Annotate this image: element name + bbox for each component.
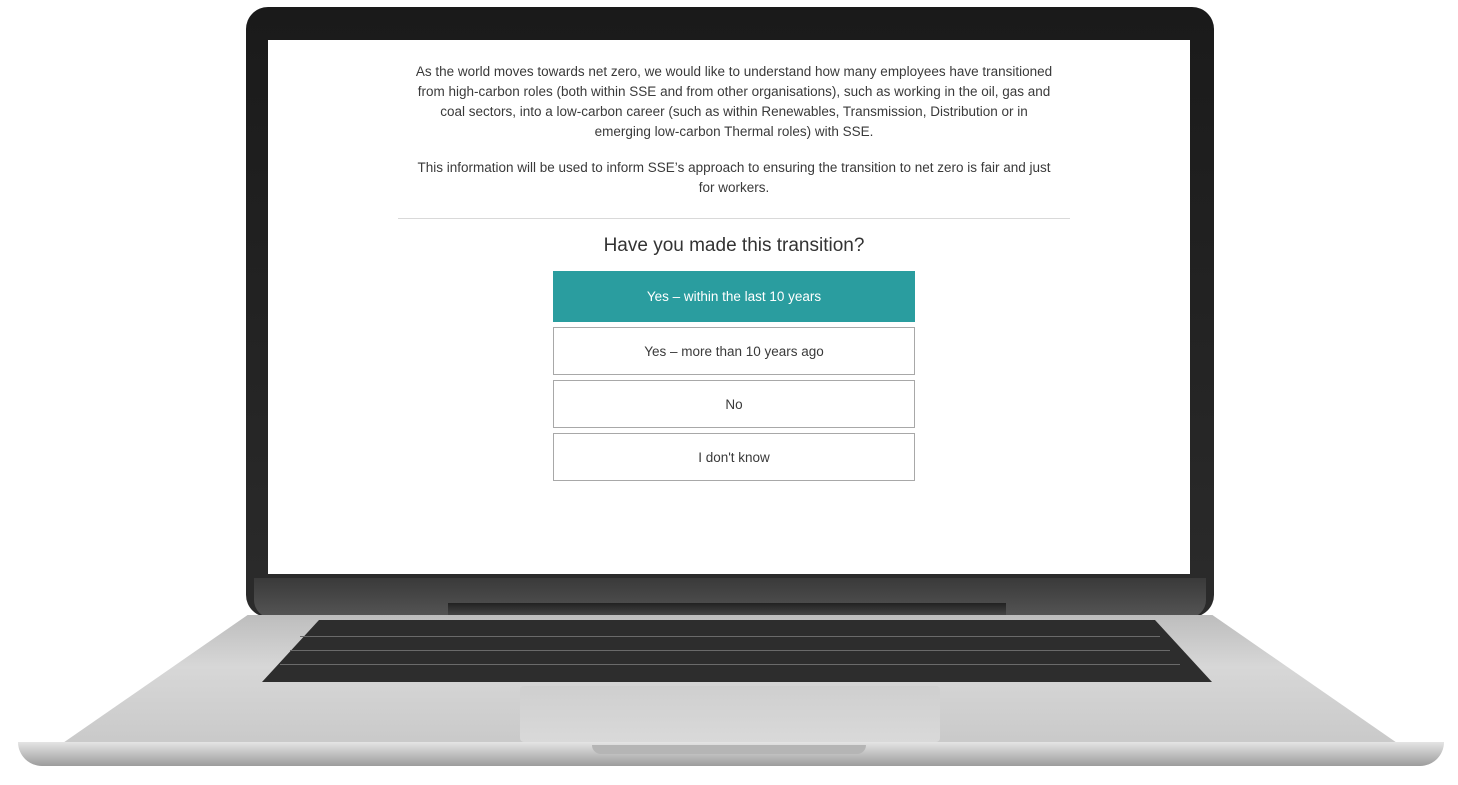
survey-panel: As the world moves towards net zero, we … bbox=[398, 40, 1070, 486]
option-no[interactable]: No bbox=[553, 380, 915, 428]
laptop-hinge bbox=[448, 603, 1006, 615]
survey-question: Have you made this transition? bbox=[603, 235, 865, 256]
keyboard-row-divider bbox=[300, 636, 1160, 637]
laptop-screen: As the world moves towards net zero, we … bbox=[268, 40, 1190, 574]
survey-intro: As the world moves towards net zero, we … bbox=[414, 62, 1054, 198]
divider bbox=[398, 218, 1070, 219]
option-yes-within-10-years[interactable]: Yes – within the last 10 years bbox=[553, 271, 915, 322]
intro-paragraph-2: This information will be used to inform … bbox=[417, 160, 1051, 195]
keyboard bbox=[262, 620, 1212, 682]
option-yes-more-than-10-years[interactable]: Yes – more than 10 years ago bbox=[553, 327, 915, 375]
keyboard-row-divider bbox=[280, 664, 1180, 665]
trackpad bbox=[520, 686, 940, 742]
intro-paragraph-1: As the world moves towards net zero, we … bbox=[415, 64, 1053, 139]
answer-options: Yes – within the last 10 years Yes – mor… bbox=[553, 271, 915, 481]
keyboard-row-divider bbox=[290, 650, 1170, 651]
laptop-notch bbox=[592, 745, 866, 754]
option-dont-know[interactable]: I don't know bbox=[553, 433, 915, 481]
